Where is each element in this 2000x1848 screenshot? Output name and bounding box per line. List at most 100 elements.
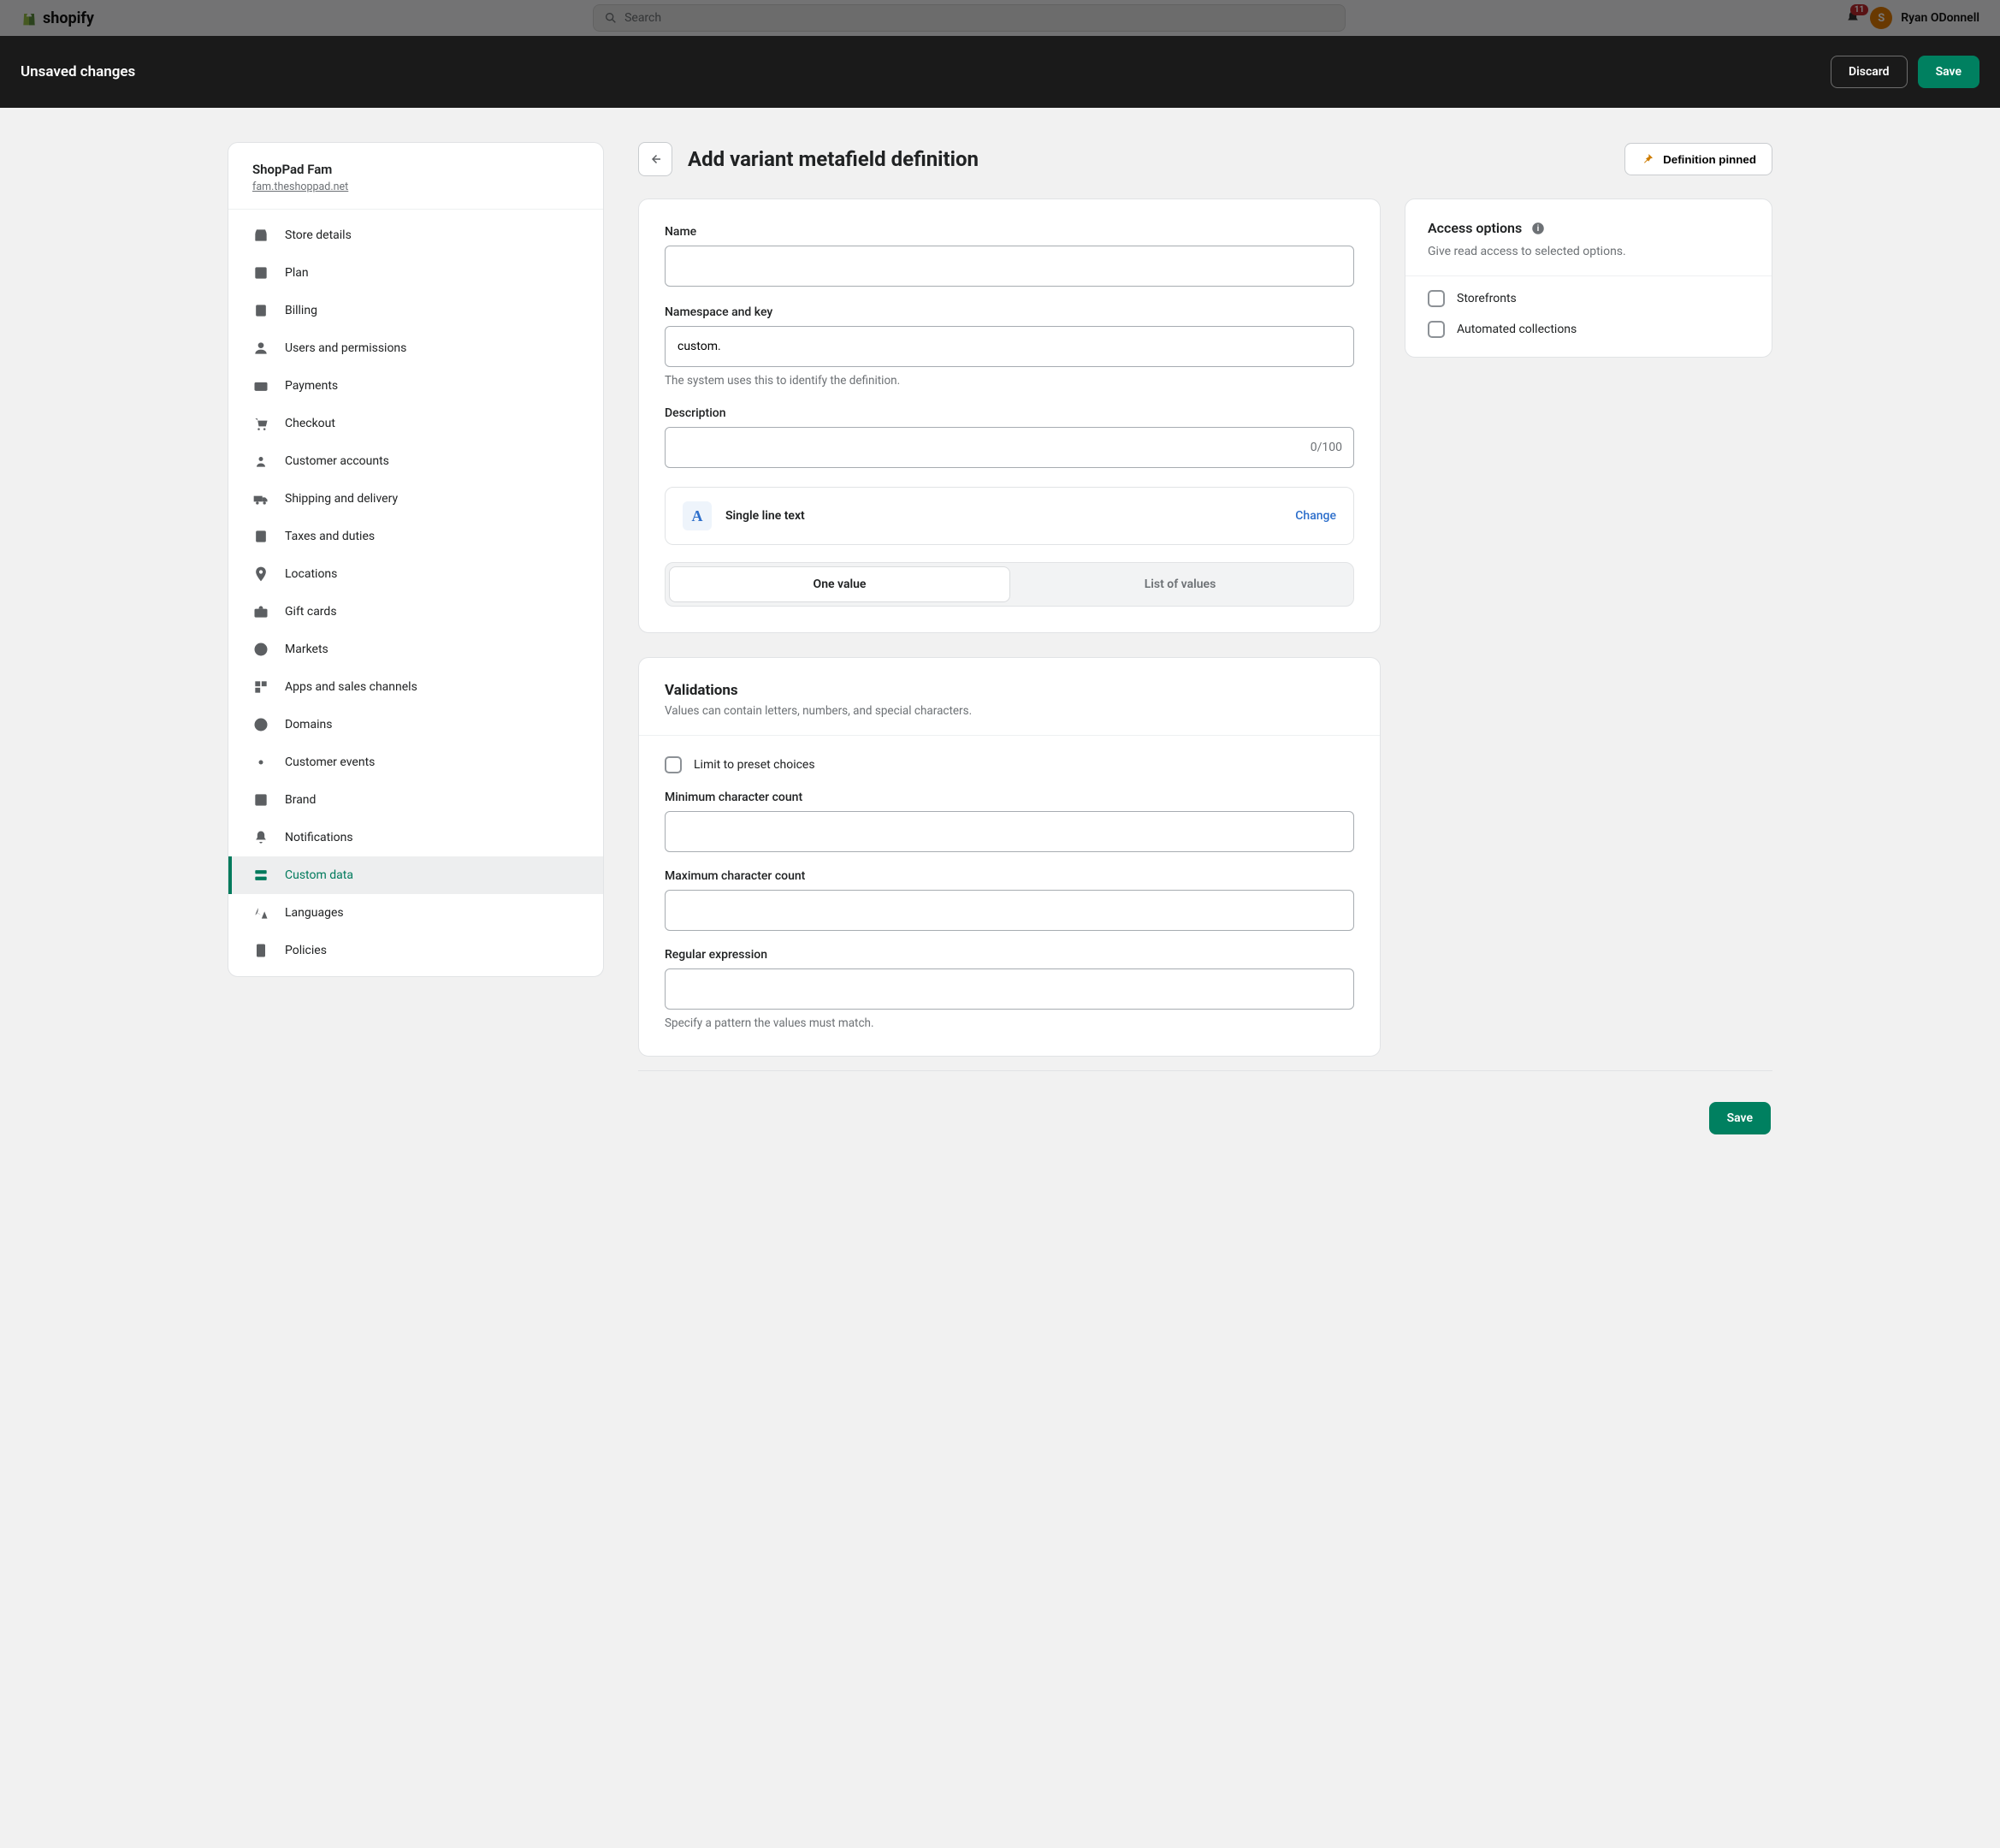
svg-text:$: $: [258, 306, 263, 316]
max-count-input[interactable]: [665, 890, 1354, 931]
namespace-helper: The system uses this to identify the def…: [665, 374, 1354, 388]
billing-icon: $: [252, 302, 269, 319]
back-button[interactable]: [638, 142, 672, 176]
sidebar-item-policies[interactable]: Policies: [228, 932, 603, 969]
sidebar-item-label: Store details: [285, 228, 352, 242]
sidebar-item-label: Plan: [285, 266, 309, 280]
unsaved-changes-bar: Unsaved changes Discard Save: [0, 36, 2000, 108]
sidebar-item-label: Locations: [285, 567, 337, 581]
access-options-title: Access options i: [1428, 220, 1749, 236]
min-count-input[interactable]: [665, 811, 1354, 852]
notification-badge: 11: [1844, 9, 1861, 27]
seg-list-of-values[interactable]: List of values: [1010, 566, 1350, 602]
payments-icon: [252, 377, 269, 394]
background-admin-header: shopify Search 11 S Ryan ODonnell: [0, 0, 2000, 36]
sidebar-item-label: Customer accounts: [285, 454, 389, 468]
access-options-card: Access options i Give read access to sel…: [1405, 198, 1772, 358]
sidebar-item-gift-cards[interactable]: Gift cards: [228, 593, 603, 631]
sidebar-item-customer-events[interactable]: Customer events: [228, 743, 603, 781]
name-label: Name: [665, 225, 1354, 239]
footer-save-button[interactable]: Save: [1709, 1102, 1771, 1134]
sidebar-item-custom-data[interactable]: Custom data: [228, 856, 603, 894]
sidebar-item-shipping-and-delivery[interactable]: Shipping and delivery: [228, 480, 603, 518]
domains-icon: [252, 716, 269, 733]
checkout-icon: [252, 415, 269, 432]
store-domain-link[interactable]: fam.theshoppad.net: [252, 181, 348, 193]
taxes-and-duties-icon: [252, 528, 269, 545]
change-type-link[interactable]: Change: [1295, 509, 1336, 523]
sidebar-item-domains[interactable]: Domains: [228, 706, 603, 743]
avatar: S: [1870, 7, 1892, 29]
sidebar-item-label: Apps and sales channels: [285, 680, 417, 694]
sidebar-item-label: Billing: [285, 304, 317, 317]
store-name: ShopPad Fam: [252, 162, 579, 177]
apps-and-sales-channels-icon: [252, 678, 269, 696]
store-details-icon: [252, 227, 269, 244]
sidebar-item-label: Customer events: [285, 755, 375, 769]
notifications-icon: [252, 829, 269, 846]
sidebar-item-taxes-and-duties[interactable]: Taxes and duties: [228, 518, 603, 555]
validations-card: Validations Values can contain letters, …: [638, 657, 1381, 1057]
sidebar-item-languages[interactable]: Languages: [228, 894, 603, 932]
gift-cards-icon: [252, 603, 269, 620]
namespace-label: Namespace and key: [665, 305, 1354, 319]
shipping-and-delivery-icon: [252, 490, 269, 507]
header-user-area: 11 S Ryan ODonnell: [1844, 7, 1979, 29]
sidebar-item-label: Languages: [285, 906, 344, 920]
description-counter: 0/100: [1311, 441, 1342, 454]
namespace-input[interactable]: [665, 326, 1354, 367]
definition-pinned-button[interactable]: Definition pinned: [1624, 143, 1772, 175]
user-name: Ryan ODonnell: [1901, 11, 1979, 25]
settings-sidebar: ShopPad Fam fam.theshoppad.net Store det…: [228, 142, 604, 977]
sidebar-item-label: Checkout: [285, 417, 335, 430]
access-storefronts-checkbox[interactable]: [1428, 290, 1445, 307]
sidebar-item-checkout[interactable]: Checkout: [228, 405, 603, 442]
sidebar-item-users-and-permissions[interactable]: Users and permissions: [228, 329, 603, 367]
save-button[interactable]: Save: [1918, 56, 1979, 88]
pin-icon: [1641, 152, 1654, 166]
sidebar-item-label: Domains: [285, 718, 332, 732]
sidebar-item-brand[interactable]: Brand: [228, 781, 603, 819]
regex-input[interactable]: [665, 968, 1354, 1010]
access-storefronts-row[interactable]: Storefronts: [1428, 290, 1749, 307]
value-mode-segmented: One value List of values: [665, 562, 1354, 607]
type-text-icon: A: [683, 501, 712, 530]
markets-icon: [252, 641, 269, 658]
sidebar-item-label: Payments: [285, 379, 338, 393]
plan-icon: [252, 264, 269, 281]
sidebar-item-apps-and-sales-channels[interactable]: Apps and sales channels: [228, 668, 603, 706]
limit-preset-checkbox[interactable]: [665, 756, 682, 773]
search-icon: [604, 11, 618, 25]
regex-label: Regular expression: [665, 948, 1354, 962]
sidebar-item-label: Gift cards: [285, 605, 337, 619]
type-row: A Single line text Change: [665, 487, 1354, 545]
sidebar-item-notifications[interactable]: Notifications: [228, 819, 603, 856]
definition-form-card: Name Namespace and key The system uses t…: [638, 198, 1381, 633]
sidebar-item-label: Policies: [285, 944, 327, 957]
access-automated-collections-checkbox[interactable]: [1428, 321, 1445, 338]
sidebar-item-label: Brand: [285, 793, 316, 807]
limit-preset-row[interactable]: Limit to preset choices: [665, 756, 1354, 773]
sidebar-item-payments[interactable]: Payments: [228, 367, 603, 405]
sidebar-item-locations[interactable]: Locations: [228, 555, 603, 593]
shopify-bag-icon: [21, 9, 38, 27]
min-count-label: Minimum character count: [665, 791, 1354, 804]
locations-icon: [252, 566, 269, 583]
description-input[interactable]: [665, 427, 1354, 468]
discard-button[interactable]: Discard: [1831, 56, 1908, 88]
access-storefronts-label: Storefronts: [1457, 292, 1517, 305]
sidebar-item-store-details[interactable]: Store details: [228, 216, 603, 254]
sidebar-item-label: Markets: [285, 643, 328, 656]
name-input[interactable]: [665, 246, 1354, 287]
sidebar-item-billing[interactable]: $ Billing: [228, 292, 603, 329]
sidebar-item-markets[interactable]: Markets: [228, 631, 603, 668]
sidebar-item-customer-accounts[interactable]: Customer accounts: [228, 442, 603, 480]
policies-icon: [252, 942, 269, 959]
access-automated-collections-row[interactable]: Automated collections: [1428, 321, 1749, 338]
sidebar-item-label: Notifications: [285, 831, 353, 844]
sidebar-item-plan[interactable]: Plan: [228, 254, 603, 292]
limit-preset-label: Limit to preset choices: [694, 758, 815, 772]
global-search: Search: [593, 4, 1346, 32]
page-title: Add variant metafield definition: [688, 147, 979, 171]
seg-one-value[interactable]: One value: [669, 566, 1010, 602]
